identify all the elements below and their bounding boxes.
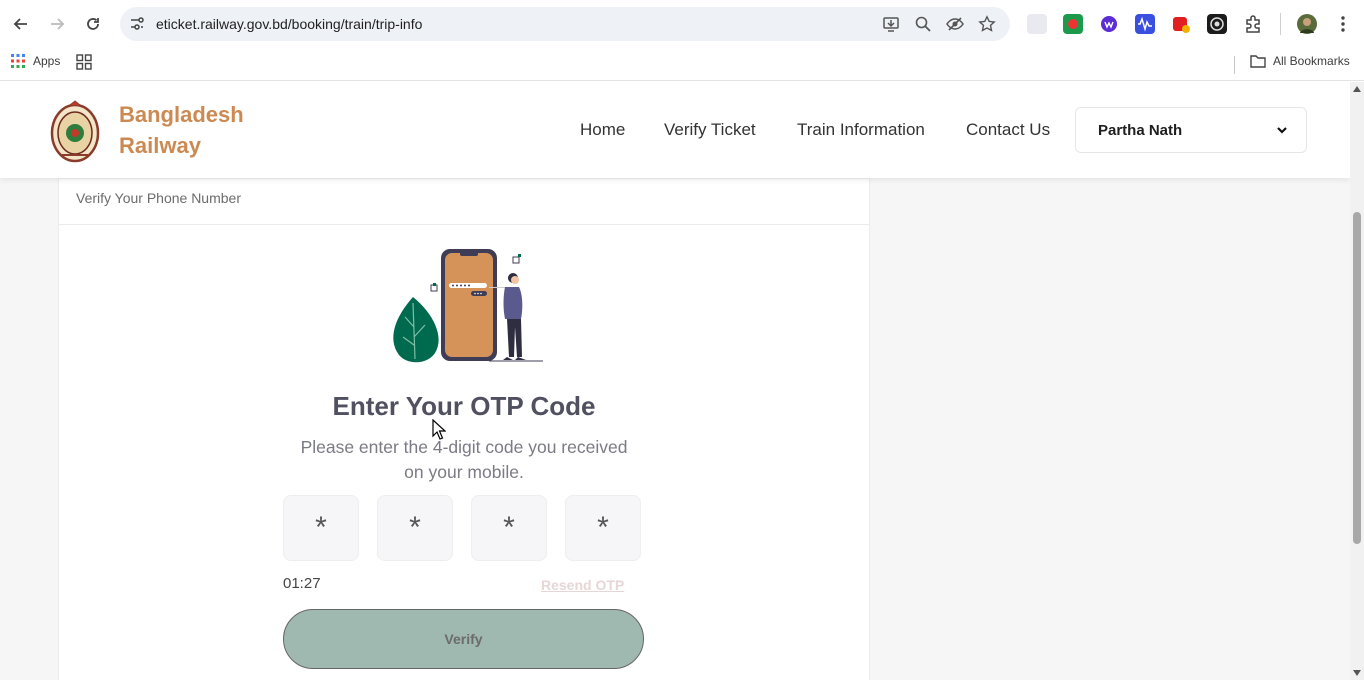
all-bookmarks-button[interactable]: All Bookmarks bbox=[1250, 54, 1350, 68]
reload-button[interactable] bbox=[81, 12, 105, 36]
extension-dark-icon[interactable] bbox=[1207, 14, 1227, 34]
bangladesh-railway-logo[interactable] bbox=[50, 99, 100, 163]
zoom-icon[interactable] bbox=[914, 15, 932, 33]
address-bar[interactable]: eticket.railway.gov.bd/booking/train/tri… bbox=[120, 7, 1010, 41]
red-badge-icon bbox=[1173, 17, 1190, 33]
chevron-down-icon bbox=[1277, 127, 1287, 134]
otp-title: Enter Your OTP Code bbox=[332, 391, 596, 421]
folder-icon bbox=[1250, 55, 1266, 68]
extension-puzzle-grey-icon[interactable] bbox=[1027, 14, 1047, 34]
otp-digit-input-3[interactable]: * bbox=[471, 495, 547, 561]
nav-home-link[interactable]: Home bbox=[580, 120, 625, 140]
eye-off-icon[interactable] bbox=[946, 15, 964, 33]
nav-verify-ticket-link[interactable]: Verify Ticket bbox=[664, 120, 756, 140]
phone-verification-illustration bbox=[393, 249, 543, 363]
brand-name[interactable]: Bangladesh Railway bbox=[119, 99, 279, 161]
otp-digit-input-1[interactable]: * bbox=[283, 495, 359, 561]
apps-bookmark[interactable]: Apps bbox=[11, 54, 60, 68]
extension-purple-icon[interactable] bbox=[1099, 14, 1119, 34]
otp-countdown-timer: 01:27 bbox=[283, 575, 321, 592]
extension-red-icon[interactable] bbox=[1171, 14, 1191, 34]
extension-green-icon[interactable] bbox=[1063, 14, 1083, 34]
site-settings-icon[interactable] bbox=[128, 15, 146, 33]
tab-groups-button[interactable] bbox=[76, 54, 92, 75]
otp-subtitle: Please enter the 4-digit code you receiv… bbox=[300, 437, 628, 482]
browser-menu-button[interactable] bbox=[1333, 14, 1353, 34]
purple-logo-icon bbox=[1101, 16, 1117, 32]
nav-contact-us-link[interactable]: Contact Us bbox=[966, 120, 1050, 140]
page-scrollbar[interactable] bbox=[1350, 82, 1364, 680]
otp-digit-input-4[interactable]: * bbox=[565, 495, 641, 561]
all-bookmarks-label: All Bookmarks bbox=[1273, 54, 1350, 68]
otp-digit-input-2[interactable]: * bbox=[377, 495, 453, 561]
bookmark-star-icon[interactable] bbox=[978, 15, 996, 33]
profile-avatar[interactable] bbox=[1297, 14, 1317, 34]
waveform-icon bbox=[1138, 16, 1152, 32]
record-icon bbox=[1068, 19, 1078, 29]
back-button[interactable] bbox=[9, 12, 33, 36]
url-text[interactable]: eticket.railway.gov.bd/booking/train/tri… bbox=[156, 16, 422, 32]
site-header: Bangladesh Railway Home Verify Ticket Tr… bbox=[0, 82, 1350, 178]
extensions-button[interactable] bbox=[1243, 14, 1263, 34]
scroll-down-arrow-icon[interactable] bbox=[1353, 670, 1361, 676]
install-app-icon[interactable] bbox=[882, 15, 900, 33]
card-header: Verify Your Phone Number bbox=[59, 179, 869, 225]
resend-otp-link[interactable]: Resend OTP bbox=[541, 577, 624, 593]
scrollbar-thumb[interactable] bbox=[1353, 212, 1361, 544]
grid-squares-icon bbox=[76, 54, 92, 70]
scroll-up-arrow-icon[interactable] bbox=[1353, 86, 1361, 92]
brand-line-2: Railway bbox=[119, 133, 201, 158]
forward-arrow-icon bbox=[51, 18, 65, 30]
browser-toolbar: eticket.railway.gov.bd/booking/train/tri… bbox=[0, 0, 1364, 48]
otp-card: Verify Your Phone Number Enter Your OTP bbox=[58, 178, 870, 680]
apps-label: Apps bbox=[33, 54, 61, 68]
apps-grid-icon bbox=[11, 54, 25, 68]
bookmarks-separator bbox=[1234, 56, 1235, 74]
bookmarks-bar: Apps All Bookmarks bbox=[0, 48, 1364, 81]
nav-train-information-link[interactable]: Train Information bbox=[797, 120, 925, 140]
puzzle-icon bbox=[1246, 15, 1260, 33]
verify-button[interactable]: Verify bbox=[283, 609, 644, 669]
forward-button[interactable] bbox=[45, 12, 69, 36]
camera-lens-icon bbox=[1210, 17, 1224, 31]
avatar-icon bbox=[1300, 18, 1314, 33]
reload-icon bbox=[87, 18, 99, 30]
mouse-pointer-icon bbox=[432, 419, 446, 440]
user-name: Partha Nath bbox=[1098, 122, 1183, 139]
kebab-menu-icon bbox=[1341, 16, 1345, 32]
brand-line-1: Bangladesh bbox=[119, 102, 244, 127]
back-arrow-icon bbox=[13, 18, 27, 30]
toolbar-divider bbox=[1280, 13, 1281, 35]
user-menu-dropdown[interactable]: Partha Nath bbox=[1075, 107, 1307, 153]
card-header-title: Verify Your Phone Number bbox=[76, 190, 241, 206]
extension-audio-icon[interactable] bbox=[1135, 14, 1155, 34]
web-page: Bangladesh Railway Home Verify Ticket Tr… bbox=[0, 82, 1350, 680]
